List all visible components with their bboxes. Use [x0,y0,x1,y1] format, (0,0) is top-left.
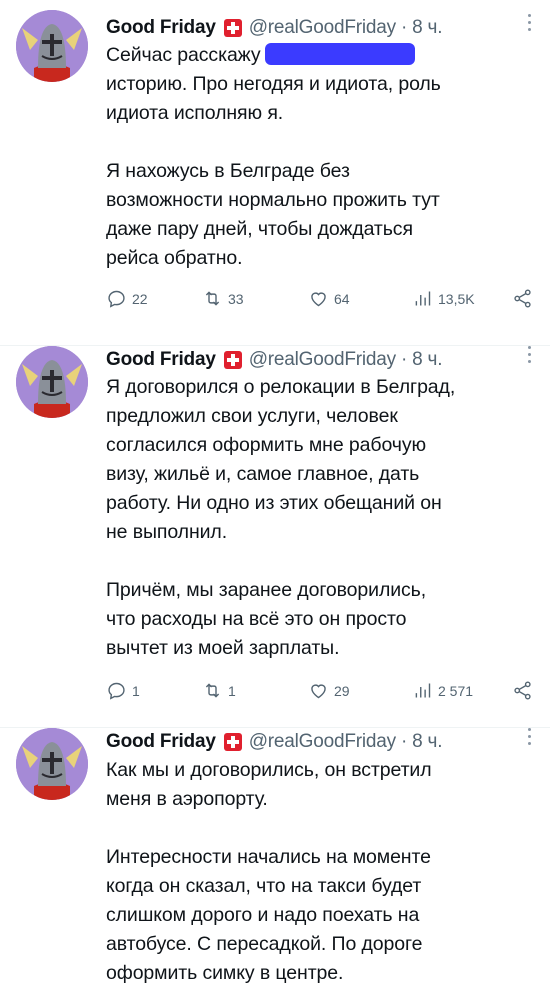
like-button[interactable]: 29 [308,680,350,701]
separator-dot: · [400,731,408,752]
swiss-flag-icon [223,19,242,37]
retweet-button[interactable]: 1 [202,680,236,701]
separator-dot: · [400,349,408,370]
retweet-button[interactable]: 33 [202,288,244,309]
tweet-header: Good Friday @realGoodFriday · 8 ч. [106,728,536,756]
tweet-paragraph: Причём, мы заранее договорились, что рас… [106,579,427,659]
like-count: 64 [334,290,350,307]
heart-icon [311,684,326,699]
tweet-actions: 22 33 64 13,5K [106,288,536,312]
retweet-icon [205,683,220,698]
more-options-icon[interactable] [526,14,532,34]
retweet-icon [205,291,220,306]
more-options-icon[interactable] [526,346,532,366]
views-chart-icon [415,291,431,306]
author-handle[interactable]: @realGoodFriday [249,349,396,371]
knight-helmet-icon [16,728,88,800]
views-button[interactable]: 13,5K [412,288,475,309]
tweet-actions: 1 1 29 2 571 [106,680,536,704]
timestamp[interactable]: 8 ч. [412,349,442,371]
heart-icon [311,292,326,307]
avatar[interactable] [16,10,88,82]
view-count: 13,5K [438,290,475,307]
tweet-paragraph: Интересности начались на моменте когда о… [106,846,431,984]
author-name[interactable]: Good Friday [106,349,216,371]
reply-button[interactable]: 1 [106,680,140,701]
separator-dot: · [400,17,408,38]
reply-count: 1 [132,682,140,699]
knight-helmet-icon [16,10,88,82]
tweet-paragraph: Сейчас расскажу [106,44,261,66]
views-button[interactable]: 2 571 [412,680,473,701]
tweet[interactable]: Good Friday @realGoodFriday · 8 ч. Как м… [0,728,550,991]
tweet-paragraph: историю. Про негодяя и идиота, роль идио… [106,73,441,124]
knight-helmet-icon [16,346,88,418]
tweet-text: Как мы и договорились, он встретил меня … [106,756,536,988]
tweet-text: Я договорился о релокации в Белград, пре… [106,373,536,663]
tweet-paragraph: Я нахожусь в Белграде без возможности но… [106,160,440,269]
retweet-count: 33 [228,290,244,307]
reply-icon [108,682,125,700]
reply-button[interactable]: 22 [106,288,148,309]
retweet-count: 1 [228,682,236,699]
reply-count: 22 [132,290,148,307]
tweet-paragraph: Я договорился о релокации в Белград, пре… [106,376,456,543]
redaction-mark [264,43,415,65]
timestamp[interactable]: 8 ч. [412,17,442,39]
swiss-flag-icon [223,733,242,751]
like-button[interactable]: 64 [308,288,350,309]
share-icon [514,289,531,308]
share-button[interactable] [512,680,538,701]
author-handle[interactable]: @realGoodFriday [249,17,396,39]
author-handle[interactable]: @realGoodFriday [249,731,396,753]
tweet-header: Good Friday @realGoodFriday · 8 ч. [106,346,536,374]
tweet[interactable]: Good Friday @realGoodFriday · 8 ч. Я дог… [0,346,550,728]
share-button[interactable] [512,288,538,309]
author-name[interactable]: Good Friday [106,731,216,753]
like-count: 29 [334,682,350,699]
swiss-flag-icon [223,351,242,369]
timestamp[interactable]: 8 ч. [412,731,442,753]
tweet-paragraph: Как мы и договорились, он встретил меня … [106,759,432,810]
author-name[interactable]: Good Friday [106,17,216,39]
more-options-icon[interactable] [526,728,532,748]
reply-icon [108,290,125,308]
avatar[interactable] [16,728,88,800]
tweet-header: Good Friday @realGoodFriday · 8 ч. [106,14,536,42]
views-chart-icon [415,683,431,698]
share-icon [514,681,531,700]
view-count: 2 571 [438,682,474,699]
tweet[interactable]: Good Friday @realGoodFriday · 8 ч. Сейча… [0,0,550,346]
avatar[interactable] [16,346,88,418]
tweet-text: Сейчас расскажу историю. Про негодяя и и… [106,41,536,273]
